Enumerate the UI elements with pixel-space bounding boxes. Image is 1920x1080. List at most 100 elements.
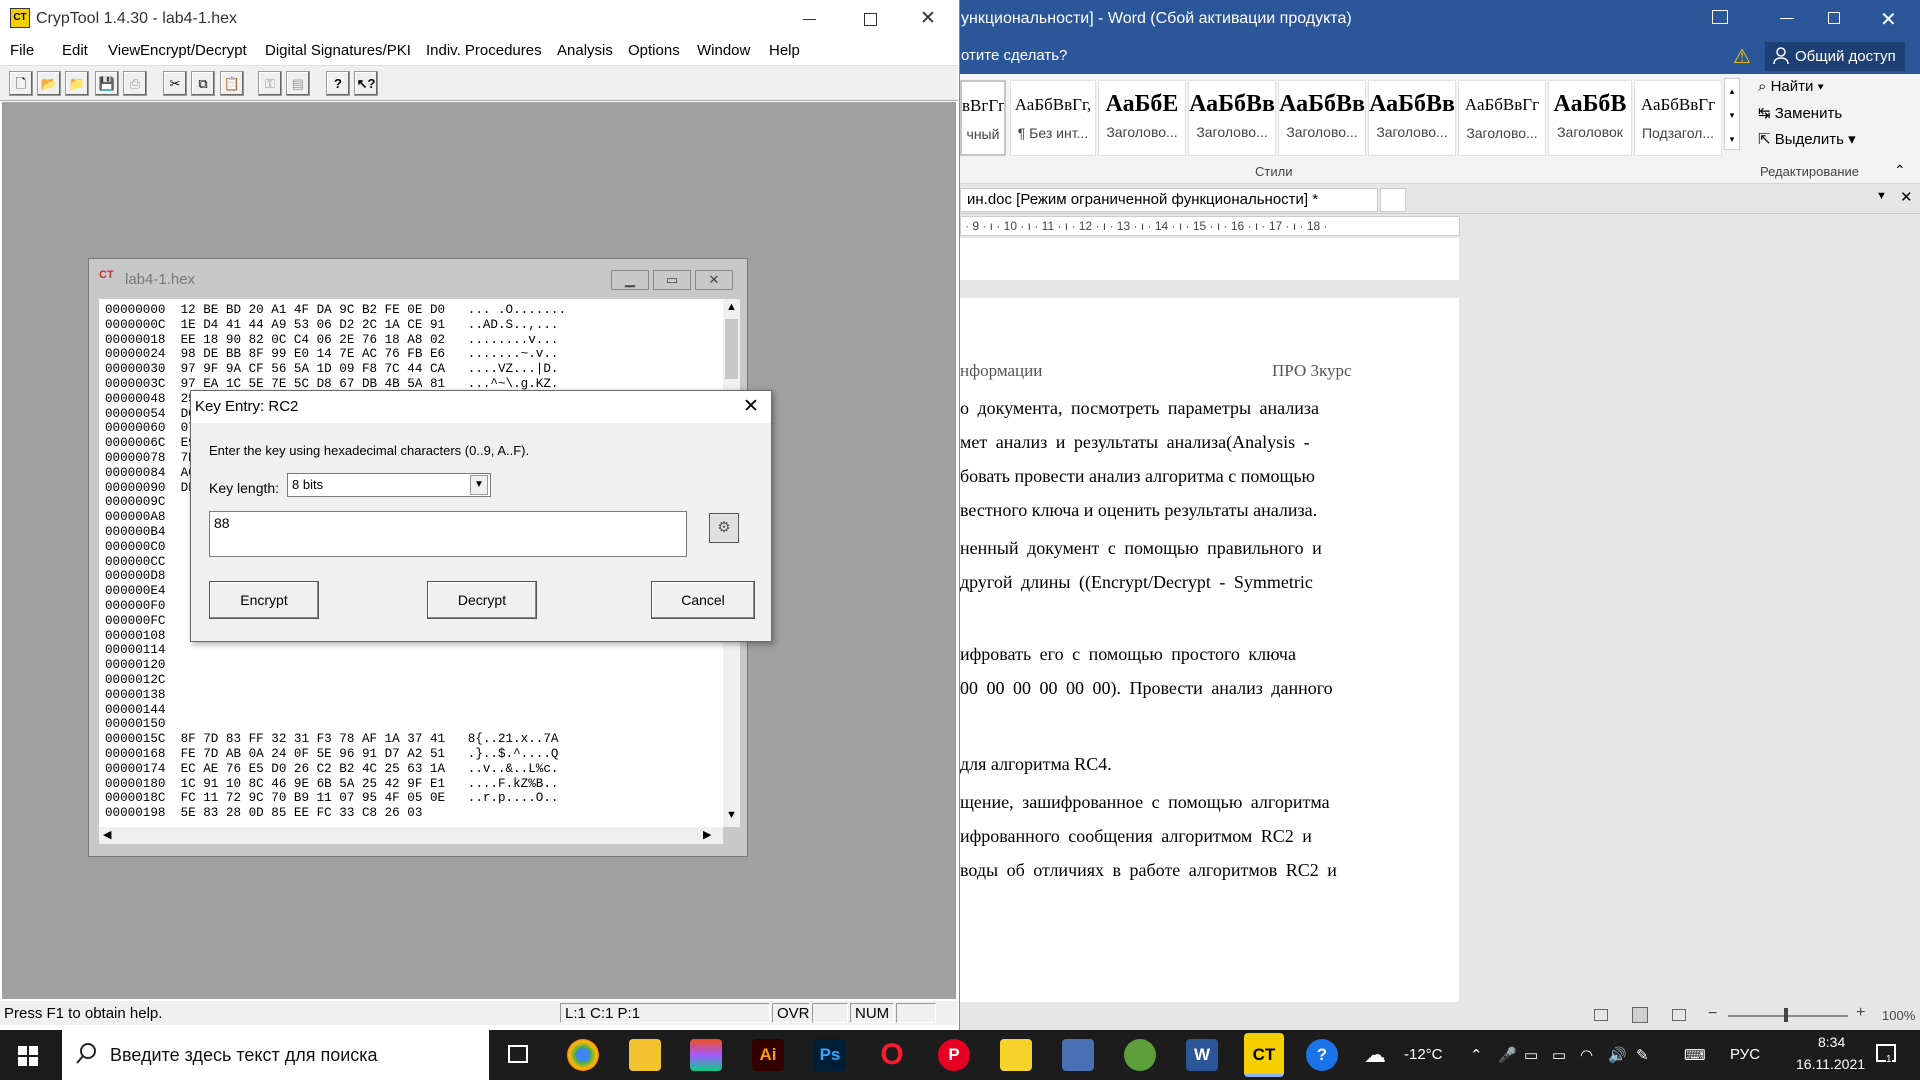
hex-row[interactable]: 00000174 EC AE 76 E5 D0 26 C2 B2 4C 25 6… <box>105 762 723 777</box>
photoshop-icon[interactable]: Ps <box>814 1039 846 1071</box>
ribbon-display-icon[interactable] <box>1712 10 1728 24</box>
document-line[interactable]: щение, зашифрованное с помощью алгоритма <box>960 792 1368 813</box>
close-icon[interactable]: ✕ <box>1880 7 1897 32</box>
weather-temp[interactable]: -12°C <box>1404 1046 1443 1063</box>
style-item[interactable]: АаБбВв Заголово... <box>1188 80 1276 156</box>
properties-icon[interactable]: ▤ <box>286 71 310 96</box>
zoom-slider[interactable] <box>1728 1015 1848 1017</box>
doc-tab-extra[interactable] <box>1380 188 1406 212</box>
opera-icon[interactable]: O <box>876 1039 908 1071</box>
style-item[interactable]: АаБбВвГг Заголово... <box>1458 80 1546 156</box>
share-button[interactable]: Общий доступ <box>1765 42 1905 71</box>
style-item[interactable]: АаБбЕ Заголово... <box>1098 80 1186 156</box>
scroll-left-icon[interactable]: ◀ <box>103 828 111 841</box>
style-item[interactable]: АаБбВвГг, ¶ Без инт... <box>1010 80 1096 156</box>
hex-row[interactable]: 00000000 12 BE BD 20 A1 4F DA 9C B2 FE 0… <box>105 303 723 318</box>
horizontal-ruler[interactable]: · 9 · ı · 10 · ı · 11 · ı · 12 · ı · 13 … <box>960 216 1460 236</box>
sticky-notes-icon[interactable] <box>1000 1039 1032 1071</box>
style-item[interactable]: вВгГг, чный <box>960 80 1006 156</box>
minimize-icon[interactable] <box>803 19 816 20</box>
help-circle-icon[interactable]: ? <box>1306 1039 1338 1071</box>
hex-row[interactable]: 00000120 <box>105 658 723 673</box>
zoom-out-icon[interactable]: − <box>1708 1005 1717 1023</box>
open-folder-icon[interactable]: 📂 <box>37 71 61 96</box>
menu-edit[interactable]: Edit <box>62 42 88 59</box>
app-globe-icon[interactable] <box>1124 1039 1156 1071</box>
key-length-select[interactable]: 8 bits ▼ <box>287 473 491 497</box>
scroll-right-icon[interactable]: ▶ <box>703 828 711 841</box>
menu-analysis[interactable]: Analysis <box>557 42 613 59</box>
horizontal-scrollbar[interactable]: ◀ ▶ <box>99 827 723 844</box>
hex-row[interactable]: 0000018C FC 11 72 9C 70 B9 11 07 95 4F 0… <box>105 791 723 806</box>
chrome-icon[interactable] <box>567 1039 599 1071</box>
close-icon[interactable]: ✕ <box>695 270 733 290</box>
weather-icon[interactable]: ☁ <box>1364 1042 1386 1068</box>
hex-row[interactable]: 0000015C 8F 7D 83 FF 32 31 F3 78 AF 1A 3… <box>105 732 723 747</box>
hex-row[interactable]: 00000150 <box>105 717 723 732</box>
document-line[interactable]: другой длины ((Encrypt/Decrypt - Symmetr… <box>960 572 1368 593</box>
hex-row[interactable]: 00000024 98 DE BB 8F 99 E0 14 7E AC 76 F… <box>105 347 723 362</box>
close-icon[interactable]: ✕ <box>743 395 759 418</box>
scroll-thumb[interactable] <box>725 319 738 379</box>
document-line[interactable]: ифрованного сообщения алгоритмом RC2 и <box>960 826 1368 847</box>
document-line[interactable]: вестного ключа и оценить результаты анал… <box>960 500 1368 521</box>
style-item[interactable]: АаБбВв Заголово... <box>1278 80 1366 156</box>
hex-row[interactable]: 0000000C 1E D4 41 44 A9 53 06 D2 2C 1A C… <box>105 318 723 333</box>
style-item[interactable]: АаБбВвГг Подзагол... <box>1634 80 1722 156</box>
hex-row[interactable]: 00000018 EE 18 90 82 0C C4 06 2E 76 18 A… <box>105 333 723 348</box>
file-explorer-icon[interactable] <box>629 1039 661 1071</box>
document-line[interactable]: 00 00 00 00 00 00). Провести анализ данн… <box>960 678 1368 699</box>
document-line[interactable]: ненный документ с помощью правильного и <box>960 538 1368 559</box>
hex-row[interactable]: 0000012C <box>105 673 723 688</box>
menu-file[interactable]: File <box>10 42 34 59</box>
web-layout-icon[interactable] <box>1672 1009 1686 1021</box>
scroll-down-icon[interactable]: ▼ <box>726 809 737 821</box>
cryptool-taskbar-icon[interactable]: CT <box>1244 1033 1284 1077</box>
menu-digital-signatures-pki[interactable]: Digital Signatures/PKI <box>265 42 411 59</box>
document-line[interactable]: бовать провести анализ алгоритма с помощ… <box>960 466 1368 487</box>
menu-view[interactable]: View <box>108 42 140 59</box>
language-indicator[interactable]: РУС <box>1730 1046 1760 1063</box>
microphone-icon[interactable]: 🎤 <box>1498 1046 1517 1064</box>
generate-key-icon[interactable]: ⚙ <box>709 513 739 543</box>
open-recent-icon[interactable]: 📁 <box>65 71 89 96</box>
copy-icon[interactable]: ⧉ <box>191 71 215 96</box>
device-icon[interactable]: ▭ <box>1524 1046 1538 1064</box>
minimize-icon[interactable] <box>1780 18 1794 19</box>
menu-window[interactable]: Window <box>697 42 750 59</box>
menu-options[interactable]: Options <box>628 42 680 59</box>
hex-row[interactable]: 00000168 FE 7D AB 0A 24 0F 5E 96 91 D7 A… <box>105 747 723 762</box>
clock-date[interactable]: 16.11.2021 <box>1796 1056 1865 1072</box>
save-icon[interactable]: 💾 <box>95 71 119 96</box>
encrypt-button[interactable]: Encrypt <box>209 581 319 619</box>
select-button[interactable]: ⇱ Выделить ▾ <box>1758 130 1856 148</box>
volume-icon[interactable]: 🔊 <box>1608 1046 1627 1064</box>
scroll-up-icon[interactable]: ▲ <box>726 301 737 313</box>
document-line[interactable]: ифровать его с помощью простого ключа <box>960 644 1368 665</box>
cut-icon[interactable]: ✂ <box>163 71 187 96</box>
print-icon[interactable]: ⎙ <box>123 71 147 96</box>
pen-icon[interactable]: ✎ <box>1636 1046 1649 1064</box>
windows-start-icon[interactable] <box>18 1046 38 1066</box>
paste-icon[interactable]: 📋 <box>220 71 244 96</box>
tray-chevron-icon[interactable]: ⌃ <box>1470 1046 1483 1064</box>
battery-icon[interactable]: ▭ <box>1552 1046 1566 1064</box>
hex-row[interactable]: 00000030 97 9F 9A CF 56 5A 1D 09 F8 7C 4… <box>105 362 723 377</box>
style-item[interactable]: АаБбВ Заголовок <box>1548 80 1632 156</box>
illustrator-icon[interactable]: Ai <box>752 1039 784 1071</box>
print-layout-icon[interactable] <box>1632 1007 1648 1023</box>
clock-time[interactable]: 8:34 <box>1818 1034 1845 1050</box>
wifi-icon[interactable]: ◠ <box>1580 1046 1593 1064</box>
document-line[interactable]: мет анализ и результаты анализа(Analysis… <box>960 432 1368 453</box>
pinterest-icon[interactable]: P <box>938 1039 970 1071</box>
document-line[interactable]: для алгоритма RC4. <box>960 754 1368 775</box>
zoom-in-icon[interactable]: + <box>1856 1004 1865 1022</box>
tab-close-icon[interactable]: ✕ <box>1900 188 1913 206</box>
chevron-down-icon[interactable]: ▼ <box>470 475 488 495</box>
doc-tab[interactable]: ин.doc [Режим ограниченной функционально… <box>960 188 1378 212</box>
help-icon[interactable]: ? <box>326 71 350 96</box>
taskbar-search-box[interactable]: Введите здесь текст для поиска <box>62 1030 489 1080</box>
zoom-thumb[interactable] <box>1784 1008 1788 1022</box>
minimize-icon[interactable]: ▁ <box>611 270 649 290</box>
style-item[interactable]: АаБбВв Заголово... <box>1368 80 1456 156</box>
